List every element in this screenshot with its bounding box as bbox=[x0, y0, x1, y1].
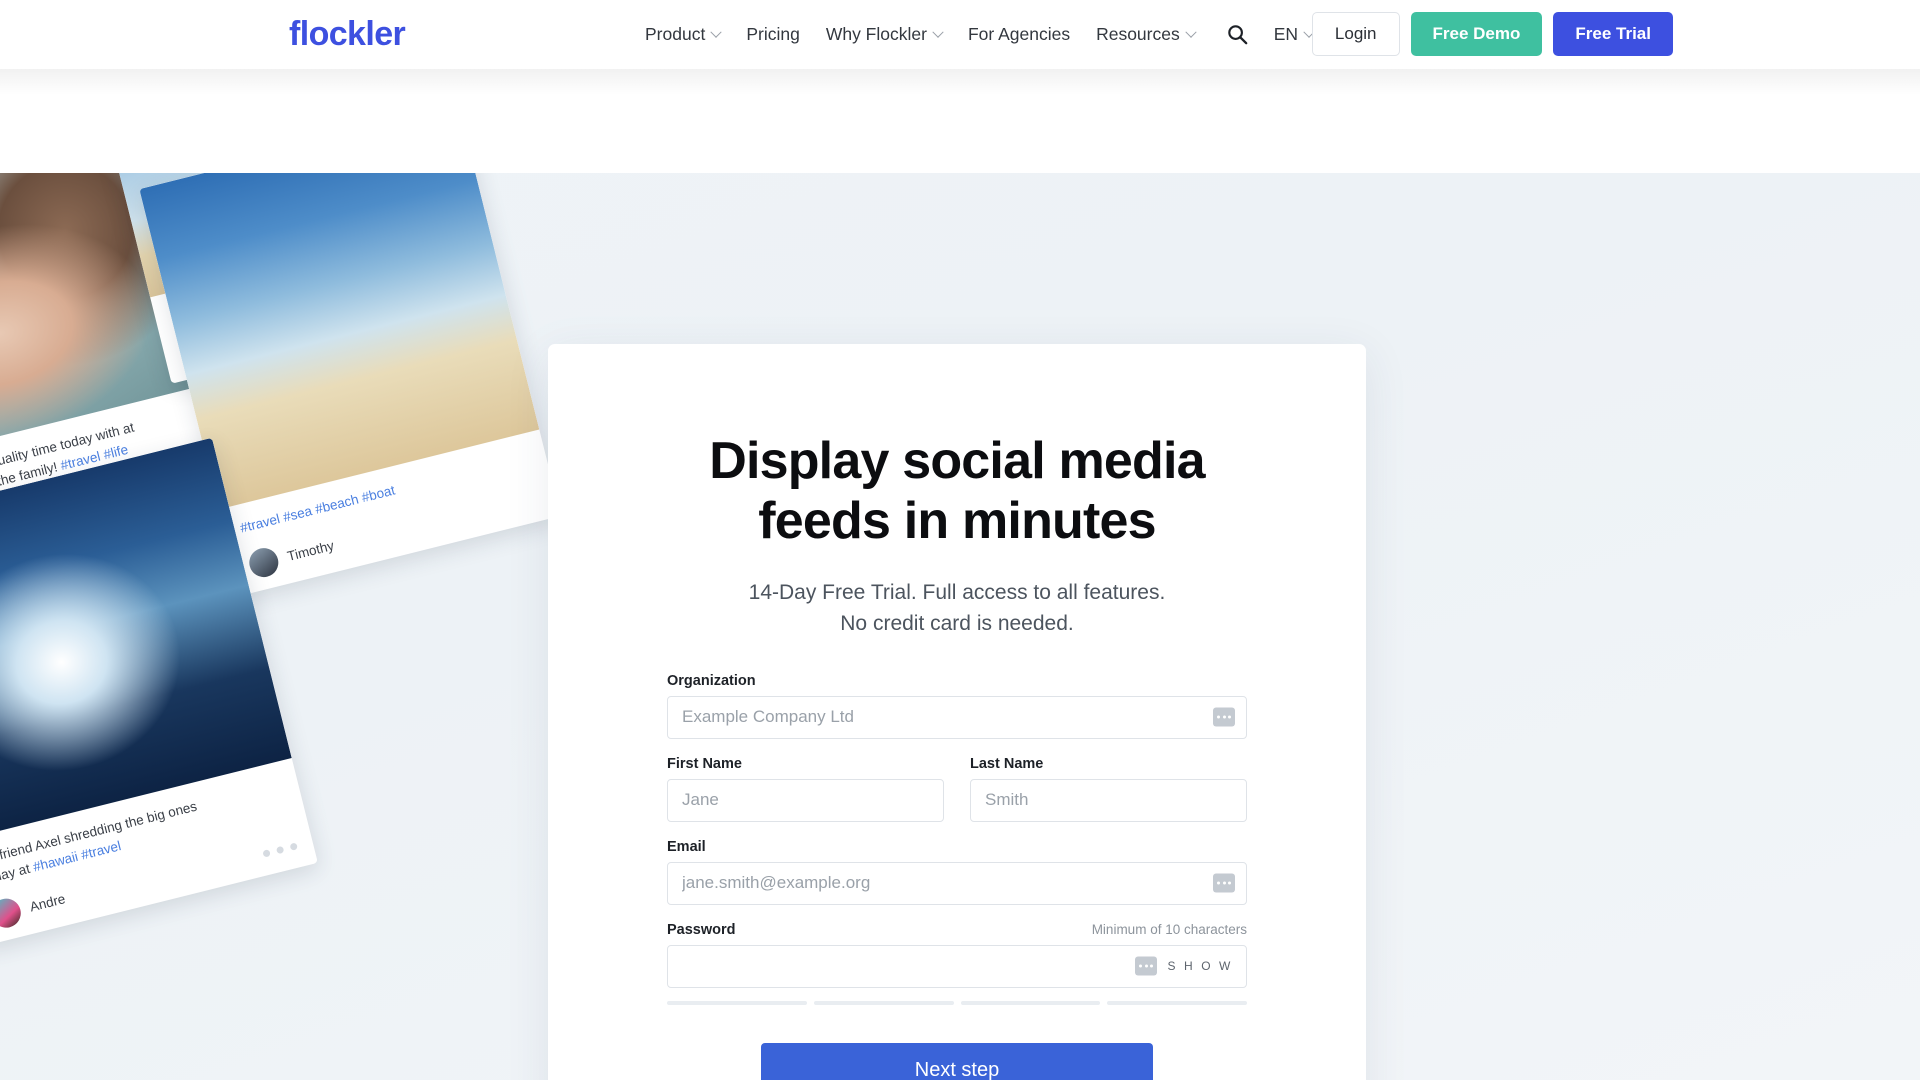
email-label: Email bbox=[667, 838, 706, 855]
password-strength-meter bbox=[667, 1000, 1247, 1005]
nav-item-pricing[interactable]: Pricing bbox=[733, 24, 813, 45]
site-header: flockler Product Pricing Why Flockler Fo… bbox=[0, 0, 1920, 69]
nav-label: Why Flockler bbox=[825, 24, 927, 44]
first-name-label: First Name bbox=[667, 755, 742, 772]
nav-label: For Agencies bbox=[967, 24, 1071, 44]
login-button[interactable]: Login bbox=[1311, 12, 1400, 56]
avatar bbox=[246, 544, 282, 580]
autofill-icon[interactable] bbox=[1135, 956, 1157, 976]
language-label: EN bbox=[1273, 24, 1299, 44]
email-input[interactable] bbox=[667, 861, 1247, 905]
organization-input[interactable] bbox=[667, 695, 1247, 739]
subtitle-line-1: 14-Day Free Trial. Full access to all fe… bbox=[748, 580, 1166, 604]
flockler-logo[interactable]: flockler bbox=[289, 15, 406, 54]
title-line-1: Display social media bbox=[709, 432, 1205, 490]
field-first-name: First Name bbox=[667, 756, 944, 822]
page-subtitle: 14-Day Free Trial. Full access to all fe… bbox=[548, 577, 1366, 639]
strength-segment bbox=[667, 1000, 807, 1005]
strength-segment bbox=[813, 1000, 954, 1005]
password-input[interactable] bbox=[667, 944, 1247, 988]
author-name: Timothy bbox=[285, 537, 336, 564]
header-shadow bbox=[0, 69, 1920, 95]
field-name-row: First Name Last Name bbox=[667, 756, 1247, 822]
last-name-label: Last Name bbox=[970, 755, 1044, 772]
field-email: Email bbox=[667, 839, 1247, 905]
subtitle-line-2: No credit card is needed. bbox=[840, 611, 1074, 635]
author-name: Andre bbox=[28, 891, 67, 915]
avatar bbox=[0, 895, 24, 931]
language-selector[interactable]: EN bbox=[1273, 24, 1315, 45]
strength-segment bbox=[960, 1000, 1101, 1005]
nav-item-for-agencies[interactable]: For Agencies bbox=[955, 24, 1083, 45]
free-demo-button[interactable]: Free Demo bbox=[1410, 12, 1543, 56]
strength-segment bbox=[1107, 1000, 1247, 1005]
autofill-icon[interactable] bbox=[1213, 707, 1235, 727]
password-label: Password bbox=[667, 921, 736, 938]
signup-card: Display social media feeds in minutes 14… bbox=[548, 344, 1366, 1080]
page-title: Display social media feeds in minutes bbox=[548, 431, 1366, 552]
nav-item-why-flockler[interactable]: Why Flockler bbox=[813, 24, 955, 45]
chevron-down-icon bbox=[1185, 26, 1197, 38]
title-line-2: feeds in minutes bbox=[758, 492, 1156, 551]
field-last-name: Last Name bbox=[970, 756, 1247, 822]
field-organization: Organization bbox=[667, 673, 1247, 739]
nav-label: Resources bbox=[1096, 24, 1180, 44]
chevron-down-icon bbox=[932, 26, 944, 38]
first-name-input[interactable] bbox=[667, 778, 944, 822]
hero-section: some quality time today with at n with t… bbox=[0, 69, 1920, 1080]
password-show-toggle[interactable]: S H O W bbox=[1167, 959, 1233, 973]
nav-item-product[interactable]: Product bbox=[645, 24, 733, 45]
nav-item-resources[interactable]: Resources bbox=[1083, 24, 1208, 45]
signup-form: Organization First Name bbox=[667, 673, 1247, 1080]
main-navigation: Product Pricing Why Flockler For Agencie… bbox=[645, 0, 1315, 69]
header-actions: Login Free Demo Free Trial bbox=[1311, 12, 1673, 56]
nav-label: Product bbox=[645, 24, 706, 44]
search-icon[interactable] bbox=[1218, 15, 1258, 55]
next-step-button[interactable]: Next step bbox=[761, 1042, 1153, 1080]
chevron-down-icon bbox=[710, 26, 722, 38]
nav-label: Pricing bbox=[746, 24, 800, 44]
field-password: Password Minimum of 10 characters S H O … bbox=[667, 922, 1247, 1005]
autofill-icon[interactable] bbox=[1213, 873, 1235, 893]
last-name-input[interactable] bbox=[970, 778, 1247, 822]
password-hint: Minimum of 10 characters bbox=[1091, 921, 1247, 937]
organization-label: Organization bbox=[667, 672, 756, 689]
free-trial-button[interactable]: Free Trial bbox=[1553, 12, 1673, 56]
social-feed-collage: some quality time today with at n with t… bbox=[0, 173, 570, 1080]
caption-line-2: today at bbox=[0, 860, 32, 887]
